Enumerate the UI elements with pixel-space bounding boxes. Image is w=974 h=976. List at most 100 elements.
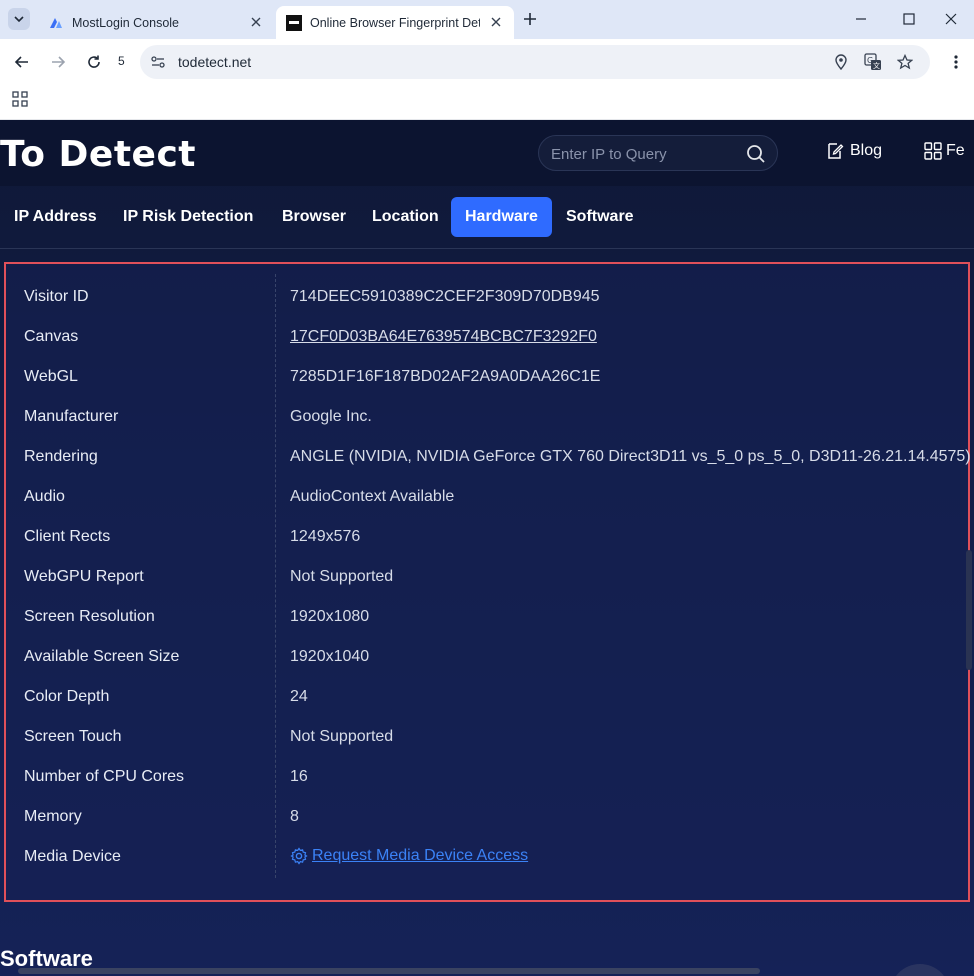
row-value: 16 (290, 768, 308, 785)
site-settings-icon[interactable] (150, 54, 166, 70)
edit-note-icon (828, 143, 844, 159)
tab-todetect[interactable]: Online Browser Fingerprint Dete (276, 6, 514, 39)
reload-button[interactable] (82, 50, 106, 74)
row-label: Color Depth (24, 688, 110, 705)
horizontal-scrollbar[interactable] (18, 968, 760, 974)
tab-hardware[interactable]: Hardware (451, 197, 552, 237)
close-window-button[interactable] (940, 8, 962, 30)
reload-icon (88, 55, 100, 68)
tab-location[interactable]: Location (358, 197, 453, 237)
table-row: Available Screen Size 1920x1040 (6, 638, 968, 678)
table-row: Memory 8 (6, 798, 968, 838)
tab-ip-risk-detection[interactable]: IP Risk Detection (109, 197, 267, 237)
tab-search-button[interactable] (8, 8, 30, 30)
row-value: AudioContext Available (290, 488, 455, 505)
maximize-button[interactable] (898, 8, 920, 30)
row-label: Screen Resolution (24, 608, 155, 625)
ip-search-box[interactable] (538, 135, 778, 171)
table-row: WebGL 7285D1F16F187BD02AF2A9A0DAA26C1E (6, 358, 968, 398)
table-row: Color Depth 24 (6, 678, 968, 718)
browser-menu-button[interactable] (946, 51, 966, 73)
table-row: WebGPU Report Not Supported (6, 558, 968, 598)
mostlogin-favicon-icon (50, 17, 62, 28)
plus-icon (524, 13, 536, 25)
row-label: Memory (24, 808, 82, 825)
svg-text:文: 文 (873, 61, 880, 70)
table-row: Media Device Request Media Device Access (6, 838, 968, 878)
tab-close-icon[interactable] (488, 14, 504, 30)
tab-title: Online Browser Fingerprint Dete (310, 15, 480, 30)
minimize-icon (856, 18, 866, 20)
scroll-to-top-button[interactable] (890, 964, 950, 976)
tab-software[interactable]: Software (552, 197, 648, 237)
table-row: Canvas 17CF0D03BA64E7639574BCBC7F3292F0 (6, 318, 968, 358)
arrow-left-icon (14, 56, 28, 68)
web-page: To Detect Blog Fe IP Address IP Risk Det… (0, 120, 974, 976)
table-row: Visitor ID 714DEEC5910389C2CEF2F309D70DB… (6, 278, 968, 318)
hardware-panel: Visitor ID 714DEEC5910389C2CEF2F309D70DB… (4, 262, 971, 976)
row-label: Number of CPU Cores (24, 768, 185, 785)
apps-grid-icon[interactable] (12, 91, 28, 107)
features-label: Fe (946, 142, 965, 159)
row-value: 8 (290, 808, 299, 825)
maximize-icon (903, 13, 915, 25)
row-label: Client Rects (24, 528, 111, 545)
table-row: Number of CPU Cores 16 (6, 758, 968, 798)
translate-icon[interactable]: G文 (864, 53, 882, 71)
vertical-scrollbar[interactable] (966, 550, 972, 670)
row-value: 714DEEC5910389C2CEF2F309D70DB945 (290, 288, 600, 305)
row-label: Visitor ID (24, 288, 89, 305)
url-text[interactable]: todetect.net (178, 54, 251, 70)
table-row: Audio AudioContext Available (6, 478, 968, 518)
row-value: Google Inc. (290, 408, 372, 425)
location-pin-icon[interactable] (832, 53, 850, 71)
todetect-favicon-icon (286, 14, 302, 31)
row-label: WebGPU Report (24, 568, 144, 585)
row-label: Available Screen Size (24, 648, 180, 665)
row-label: Canvas (24, 328, 79, 345)
bookmark-star-icon[interactable] (896, 53, 914, 71)
row-value: 24 (290, 688, 308, 705)
row-value: 1249x576 (290, 528, 361, 545)
arrow-right-icon (52, 56, 66, 68)
gear-icon (290, 847, 308, 865)
ip-search-input[interactable] (551, 144, 741, 164)
new-tab-button[interactable] (520, 9, 540, 29)
row-value: 1920x1080 (290, 608, 370, 625)
row-label: Media Device (24, 848, 121, 865)
blog-link[interactable]: Blog (826, 142, 882, 160)
row-label: WebGL (24, 368, 78, 385)
more-vertical-icon (954, 55, 958, 69)
row-value: Not Supported (290, 728, 394, 745)
tab-mostlogin[interactable]: MostLogin Console (38, 6, 274, 39)
chevron-down-icon (14, 16, 24, 23)
minimize-button[interactable] (850, 8, 872, 30)
blog-label: Blog (850, 142, 883, 159)
table-row: Client Rects 1249x576 (6, 518, 968, 558)
request-media-access-link[interactable]: Request Media Device Access (290, 847, 528, 865)
tab-ip-address[interactable]: IP Address (0, 197, 111, 237)
row-label: Audio (24, 488, 65, 505)
back-button[interactable] (10, 50, 34, 74)
browser-toolbar: 5 todetect.net G文 (0, 39, 974, 85)
search-icon[interactable] (745, 143, 767, 165)
site-logo[interactable]: To Detect (0, 134, 196, 175)
row-value: 1920x1040 (290, 648, 370, 665)
tab-browser[interactable]: Browser (268, 197, 360, 237)
close-icon (945, 13, 957, 25)
detection-nav: IP Address IP Risk Detection Browser Loc… (0, 196, 974, 238)
media-link-label: Request Media Device Access (312, 847, 529, 864)
row-value: 7285D1F16F187BD02AF2A9A0DAA26C1E (290, 368, 601, 385)
row-label: Manufacturer (24, 408, 119, 425)
table-row: Manufacturer Google Inc. (6, 398, 968, 438)
row-value: Not Supported (290, 568, 394, 585)
site-header: To Detect Blog Fe (0, 120, 974, 186)
features-link[interactable]: Fe (924, 142, 965, 160)
canvas-hash-link[interactable]: 17CF0D03BA64E7639574BCBC7F3292F0 (290, 328, 597, 346)
address-bar[interactable]: todetect.net G文 (140, 45, 930, 79)
tab-title: MostLogin Console (72, 15, 180, 30)
table-row: Screen Touch Not Supported (6, 718, 968, 758)
tab-close-icon[interactable] (248, 14, 264, 30)
forward-button[interactable] (46, 50, 70, 74)
table-row: Screen Resolution 1920x1080 (6, 598, 968, 638)
